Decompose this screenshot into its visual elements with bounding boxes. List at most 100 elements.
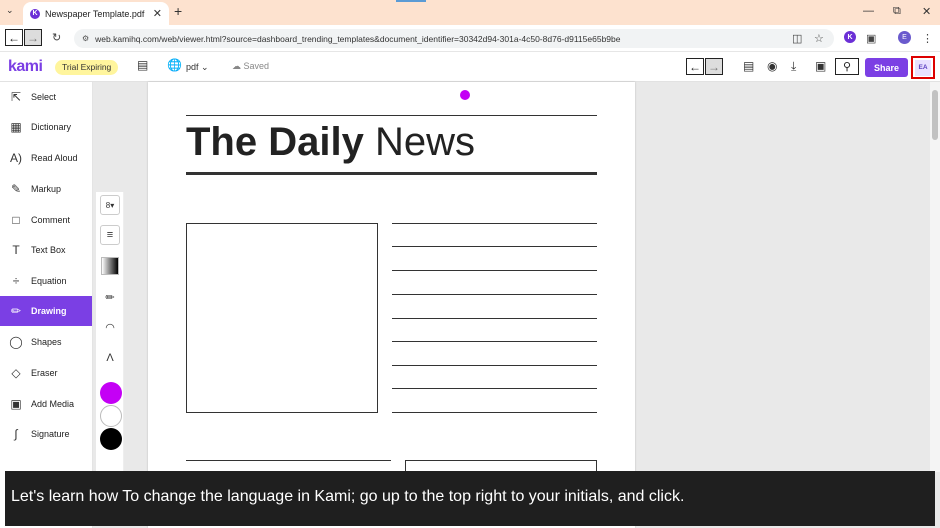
url-text: web.kamihq.com/web/viewer.html?source=da… (95, 33, 621, 44)
text-line (392, 412, 597, 413)
page-nav: ← → (686, 58, 723, 75)
sidebar-item-comment[interactable]: □ Comment (0, 205, 92, 235)
sidebar-item-eraser[interactable]: ◇ Eraser (0, 358, 92, 388)
language-select[interactable]: pdf ⌄ (186, 62, 209, 73)
ruler-icon[interactable]: ✏ (100, 287, 120, 307)
profile-avatar[interactable]: E (898, 31, 911, 44)
user-initials-button[interactable]: EA (911, 56, 935, 79)
sidebar-item-shapes[interactable]: ◯ Shapes (0, 327, 92, 357)
forward-arrow-icon[interactable]: → (24, 29, 42, 46)
globe-icon[interactable]: 🌐 (167, 58, 182, 72)
redo-arrow-icon[interactable]: → (705, 58, 723, 75)
save-status: ☁ Saved (232, 61, 269, 72)
scrollbar[interactable] (930, 82, 940, 472)
line-style-menu-icon[interactable]: ≡ (100, 225, 120, 245)
top-rule (186, 115, 597, 116)
save-status-text: Saved (243, 61, 270, 71)
tab-close-icon[interactable]: ✕ (153, 7, 162, 20)
sidebar-item-add-media[interactable]: ▣ Add Media (0, 389, 92, 419)
kami-favicon-icon: K (30, 8, 40, 19)
text-line (392, 223, 597, 224)
media-icon: ▣ (10, 397, 22, 411)
document-icon[interactable]: ▤ (743, 59, 754, 73)
sidebar-item-label: Signature (31, 429, 70, 439)
color-swatch-purple[interactable] (100, 382, 122, 404)
protractor-icon[interactable]: ◠ (100, 317, 120, 337)
text-line (186, 460, 391, 461)
address-bar-row: ← → ↻ ⚙ web.kamihq.com/web/viewer.html?s… (0, 25, 940, 52)
tool-sidebar: ⇱ Select ▦ Dictionary A) Read Aloud ✎ Markup… (0, 82, 93, 528)
search-icon[interactable]: ⚲ (835, 58, 859, 75)
bookmark-star-icon[interactable]: ☆ (814, 32, 824, 45)
scrollbar-thumb[interactable] (932, 90, 938, 140)
restore-icon[interactable]: ⧉ (893, 5, 901, 18)
back-arrow-icon[interactable]: ← (5, 29, 23, 46)
sidebar-item-signature[interactable]: ∫ Signature (0, 419, 92, 449)
highlighter-icon: ✎ (10, 182, 22, 196)
tab-search-icon[interactable]: ⌄ (6, 5, 14, 16)
color-swatch-black[interactable] (100, 428, 122, 450)
headline-underline (186, 172, 597, 175)
sidebar-item-label: Text Box (31, 245, 66, 255)
tab-title: Newspaper Template.pdf (45, 8, 145, 19)
text-icon: T (12, 243, 20, 257)
minimize-icon[interactable]: — (863, 5, 874, 17)
dictionary-icon: ▦ (10, 120, 22, 134)
tutorial-caption: Let's learn how To change the language i… (5, 471, 935, 526)
compass-icon[interactable]: Λ (100, 348, 120, 368)
opacity-gradient (101, 257, 119, 275)
window-accent (396, 0, 426, 2)
reload-icon[interactable]: ↻ (52, 31, 61, 44)
undo-arrow-icon[interactable]: ← (686, 58, 704, 75)
text-line (392, 388, 597, 389)
new-tab-button[interactable]: + (174, 3, 182, 19)
signature-icon: ∫ (14, 427, 18, 441)
kami-extension-icon[interactable]: K (844, 31, 856, 43)
share-button[interactable]: Share (865, 58, 908, 77)
kami-logo[interactable]: kami (8, 58, 43, 76)
color-swatch-white[interactable] (100, 405, 122, 427)
sidebar-item-label: Add Media (31, 399, 75, 409)
text-line (392, 318, 597, 319)
download-icon[interactable]: ⤓ (791, 59, 796, 74)
pen-cursor (460, 90, 470, 100)
install-app-icon[interactable]: ◫ (792, 32, 802, 45)
sidebar-item-dictionary[interactable]: ▦ Dictionary (0, 112, 92, 142)
sidebar-item-label: Select (31, 92, 57, 102)
pen-icon: ✏ (10, 304, 22, 318)
drawing-options-bar: 8 ▾ ≡ ✏ ◠ Λ (96, 192, 124, 482)
opacity-gradient-icon[interactable] (100, 256, 120, 276)
sidebar-item-equation[interactable]: ÷ Equation (0, 266, 92, 296)
headline: The Daily News (186, 120, 475, 165)
sidebar-item-label: Drawing (31, 306, 67, 316)
sidebar-item-label: Eraser (31, 368, 58, 378)
site-info-icon[interactable]: ⚙ (82, 34, 89, 43)
browser-tab[interactable]: K Newspaper Template.pdf ✕ (23, 2, 169, 25)
sidebar-item-drawing[interactable]: ✏ Drawing (0, 296, 92, 326)
sidebar-item-label: Equation (31, 276, 67, 286)
sidebar-item-text-box[interactable]: T Text Box (0, 235, 92, 265)
trial-badge[interactable]: Trial Expiring (55, 60, 119, 75)
extensions-puzzle-icon[interactable]: ▣ (866, 32, 876, 45)
window-close-icon[interactable]: ✕ (922, 5, 931, 18)
browser-tab-strip: ⌄ K Newspaper Template.pdf ✕ + — ⧉ ✕ (0, 0, 940, 25)
stroke-size-select[interactable]: 8 ▾ (100, 195, 120, 215)
language-select-label: pdf (186, 62, 199, 72)
sidebar-item-select[interactable]: ⇱ Select (0, 82, 92, 112)
url-input[interactable]: ⚙ web.kamihq.com/web/viewer.html?source=… (74, 29, 834, 48)
read-aloud-icon: A) (10, 151, 22, 165)
headline-bold: The Daily (186, 120, 364, 164)
text-line (392, 246, 597, 247)
sidebar-item-label: Comment (31, 215, 71, 225)
toolbox-icon[interactable]: ▣ (815, 59, 826, 73)
comment-icon: □ (12, 213, 20, 227)
archive-icon[interactable]: ▤ (137, 58, 148, 72)
sidebar-item-markup[interactable]: ✎ Markup (0, 174, 92, 204)
eye-icon[interactable]: ◉ (767, 59, 777, 73)
sidebar-item-label: Read Aloud (31, 153, 78, 163)
sidebar-item-read-aloud[interactable]: A) Read Aloud (0, 143, 92, 173)
shapes-icon: ◯ (9, 335, 23, 349)
browser-menu-icon[interactable]: ⋮ (922, 32, 933, 45)
text-line (392, 294, 597, 295)
kami-toolbar: kami Trial Expiring ▤ 🌐 pdf ⌄ ☁ Saved ← … (0, 52, 940, 82)
